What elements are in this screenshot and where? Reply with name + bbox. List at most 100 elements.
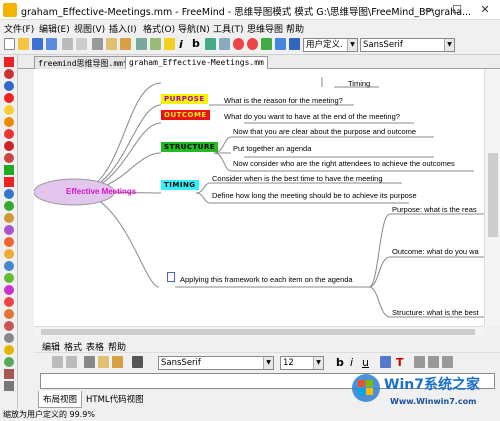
zoom-combo[interactable]: 用户定义. ▼	[303, 38, 358, 52]
structure-item[interactable]: Now that you are clear about the purpose…	[233, 127, 416, 136]
new-file-icon[interactable]	[4, 38, 15, 50]
menu-navigate[interactable]: 导航(N)	[178, 22, 210, 35]
copy-icon[interactable]	[106, 38, 117, 50]
bulb-icon[interactable]	[4, 357, 14, 367]
structure-item[interactable]: Put together an agenda	[233, 144, 311, 153]
redo-icon[interactable]	[150, 38, 161, 50]
mail-icon[interactable]	[4, 381, 14, 391]
horizontal-scroll-thumb[interactable]	[41, 329, 475, 335]
priority-1-icon[interactable]	[4, 189, 14, 199]
horizontal-scrollbar[interactable]	[34, 326, 484, 336]
priority-5-icon[interactable]	[4, 237, 14, 247]
cut-icon[interactable]	[92, 38, 103, 50]
idea-icon[interactable]	[4, 105, 14, 115]
no-entry-icon[interactable]	[4, 141, 14, 151]
priority-4-icon[interactable]	[4, 225, 14, 235]
right-item[interactable]: Outcome: what do you wa	[392, 247, 479, 256]
purpose-tag[interactable]: PURPOSE	[161, 94, 208, 104]
italic-button[interactable]: i	[179, 38, 183, 51]
menu-insert[interactable]: 插入(I)	[109, 22, 137, 35]
editor-bold-button[interactable]: b	[336, 356, 344, 369]
back-icon[interactable]	[233, 38, 244, 50]
mindmap-canvas[interactable]: Effective Meetings Timing PURPOSE What i…	[34, 69, 484, 326]
priority-8-icon[interactable]	[4, 273, 14, 283]
warning-icon[interactable]	[4, 117, 14, 127]
outcome-tag[interactable]: OUTCOME	[161, 110, 210, 120]
outcome-text[interactable]: What do you want to have at the end of t…	[224, 112, 400, 121]
align-right-icon[interactable]	[442, 356, 453, 368]
editor-italic-button[interactable]: i	[350, 356, 353, 369]
structure-item[interactable]: Now consider who are the right attendees…	[233, 159, 455, 168]
apply-node[interactable]: Applying this framework to each item on …	[180, 275, 353, 284]
save-as-icon[interactable]	[46, 38, 57, 50]
smiley-icon[interactable]	[4, 321, 14, 331]
tab-html-view[interactable]: HTML代码视图	[82, 391, 148, 407]
editor-find-icon[interactable]	[132, 356, 143, 368]
editor-copy-icon[interactable]	[98, 356, 109, 368]
editor-text-color-icon[interactable]	[380, 356, 391, 368]
editor-font-combo[interactable]: SansSerif ▼	[158, 356, 274, 370]
editor-undo-icon[interactable]	[52, 356, 63, 368]
undo-icon[interactable]	[136, 38, 147, 50]
find-icon[interactable]	[164, 38, 175, 50]
editor-redo-icon[interactable]	[66, 356, 77, 368]
menu-mindmap[interactable]: 思维导图	[247, 22, 283, 35]
priority-2-icon[interactable]	[4, 201, 14, 211]
menu-format[interactable]: 格式(O)	[143, 22, 175, 35]
maximize-button[interactable]: ☐	[443, 0, 471, 20]
zoom-out-icon[interactable]	[275, 38, 286, 50]
priority-6-icon[interactable]	[4, 249, 14, 259]
vertical-scroll-thumb[interactable]	[488, 153, 498, 237]
timing-item[interactable]: Define how long the meeting should be to…	[212, 191, 417, 200]
root-node[interactable]: Effective Meetings	[66, 187, 136, 196]
priority-9-icon[interactable]	[4, 285, 14, 295]
node-timing-top[interactable]: Timing	[348, 79, 370, 88]
remove-icon-icon[interactable]	[4, 57, 14, 67]
remove-all-icons-icon[interactable]	[4, 69, 14, 79]
stop-icon[interactable]	[4, 129, 14, 139]
editor-text-style-button[interactable]: T	[396, 356, 404, 369]
node-color-icon[interactable]	[205, 38, 216, 50]
font-combo[interactable]: SansSerif ▼	[360, 38, 455, 52]
priority-7-icon[interactable]	[4, 261, 14, 271]
menu-help[interactable]: 帮助	[286, 22, 304, 35]
zoom-reset-icon[interactable]	[289, 38, 300, 50]
save-icon[interactable]	[32, 38, 43, 50]
forward-icon[interactable]	[247, 38, 258, 50]
bold-button[interactable]: b	[192, 37, 200, 50]
zoom-in-icon[interactable]	[261, 38, 272, 50]
timing-item[interactable]: Consider when is the best time to have t…	[212, 174, 383, 183]
menu-view[interactable]: 视图(V)	[74, 22, 105, 35]
cross-icon[interactable]	[4, 177, 14, 187]
right-item[interactable]: Structure: what is the best	[392, 308, 479, 317]
right-item[interactable]: Purpose: what is the reas	[392, 205, 477, 214]
home-icon[interactable]	[4, 309, 14, 319]
open-folder-icon[interactable]	[18, 38, 29, 50]
minimize-button[interactable]: —	[415, 0, 443, 20]
align-left-icon[interactable]	[414, 356, 425, 368]
priority-3-icon[interactable]	[4, 213, 14, 223]
purpose-text[interactable]: What is the reason for the meeting?	[224, 96, 343, 105]
clock-icon[interactable]	[4, 333, 14, 343]
menu-file[interactable]: 文件(F)	[4, 22, 34, 35]
paste-icon[interactable]	[120, 38, 131, 50]
heart-icon[interactable]	[4, 297, 14, 307]
print-preview-icon[interactable]	[76, 38, 87, 50]
flag-icon[interactable]	[4, 153, 14, 163]
editor-paste-icon[interactable]	[112, 356, 123, 368]
check-icon[interactable]	[4, 165, 14, 175]
key-icon[interactable]	[4, 369, 14, 379]
question-icon[interactable]	[4, 81, 14, 91]
menu-edit[interactable]: 编辑(E)	[39, 22, 70, 35]
align-center-icon[interactable]	[428, 356, 439, 368]
tab-effective-meetings[interactable]: graham_Effective-Meetings.mm	[125, 56, 268, 69]
vertical-scrollbar[interactable]	[484, 69, 500, 326]
editor-underline-button[interactable]: u	[362, 356, 369, 369]
editor-size-combo[interactable]: 12 ▼	[280, 356, 324, 370]
menu-tools[interactable]: 工具(T)	[213, 22, 244, 35]
filter-icon[interactable]	[219, 38, 230, 50]
structure-tag[interactable]: STRUCTURE	[161, 142, 219, 152]
editor-cut-icon[interactable]	[84, 356, 95, 368]
timing-tag[interactable]: TIMING	[161, 180, 199, 190]
exclamation-icon[interactable]	[4, 93, 14, 103]
